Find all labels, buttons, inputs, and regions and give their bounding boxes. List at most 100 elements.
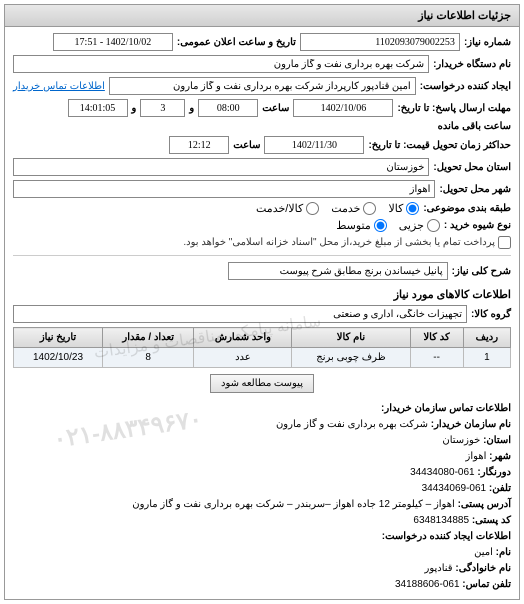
radio-both[interactable]: کالا/خدمت (256, 202, 319, 215)
creator-lastname-label: نام خانوادگی: (455, 563, 511, 574)
contact-address-label: آدرس پستی: (458, 499, 511, 510)
row-price-deadline: حداکثر زمان تحویل قیمت: تا تاریخ: ساعت (13, 136, 511, 154)
checkbox-treasury-input[interactable] (498, 236, 511, 249)
cell-name: ظرف چوبی برنج (292, 348, 410, 368)
contact-link[interactable]: اطلاعات تماس خریدار (13, 81, 105, 92)
contact-address: اهواز – کیلومتر 12 جاده اهواز –سربندر – … (132, 499, 455, 510)
th-name: نام کالا (292, 328, 410, 348)
row-province: استان محل تحویل: (13, 158, 511, 176)
days-remaining-input[interactable] (140, 99, 185, 117)
th-unit: واحد شمارش (194, 328, 292, 348)
radio-both-input[interactable] (306, 202, 319, 215)
radio-low[interactable]: جزیی (399, 219, 440, 232)
row-group: گروه کالا: (13, 305, 511, 323)
items-section-title: اطلاعات کالاهای مورد نیاز (13, 288, 511, 301)
contact-block: ۰۲۱-۸۸۳۴۹۶۷۰ اطلاعات تماس سازمان خریدار:… (13, 401, 511, 593)
deadline-date-input[interactable] (293, 99, 393, 117)
attachment-row: پیوست مطالعه شود (13, 374, 511, 393)
province-input[interactable] (13, 158, 429, 176)
creator-title: اطلاعات ایجاد کننده درخواست: (382, 531, 511, 542)
remaining-time-input[interactable] (68, 99, 128, 117)
announce-input[interactable] (53, 33, 173, 51)
details-panel: جزئیات اطلاعات نیاز شماره نیاز: تاریخ و … (4, 4, 520, 600)
deadline-label: مهلت ارسال پاسخ: تا تاریخ: (397, 103, 511, 114)
contact-fax: 061-34434080 (410, 467, 475, 478)
cell-unit: عدد (194, 348, 292, 368)
radio-mid[interactable]: متوسط (336, 219, 387, 232)
row-need-title: شرح کلی نیاز: (13, 262, 511, 280)
need-number-input[interactable] (300, 33, 460, 51)
creator-name: امین (474, 547, 493, 558)
th-qty: تعداد / مقدار (103, 328, 194, 348)
buyer-org-label: نام دستگاه خریدار: (433, 59, 511, 70)
radio-kala-label: کالا (388, 202, 403, 215)
divider (13, 255, 511, 256)
cell-code: -- (410, 348, 463, 368)
radio-service[interactable]: خدمت (331, 202, 376, 215)
cell-qty: 8 (103, 348, 194, 368)
subject-type-label: طبقه بندی موضوعی: (423, 203, 511, 214)
price-deadline-time-input[interactable] (169, 136, 229, 154)
purchase-radio-group: جزیی متوسط (336, 219, 440, 232)
subject-radio-group: کالا خدمت کالا/خدمت (256, 202, 419, 215)
radio-kala-input[interactable] (406, 202, 419, 215)
and-label-2: و (132, 103, 137, 114)
purchase-type-label: نوع شیوه خرید : (444, 220, 511, 231)
radio-both-label: کالا/خدمت (256, 202, 303, 215)
table-row[interactable]: 1 -- ظرف چوبی برنج عدد 8 1402/10/23 (14, 348, 511, 368)
panel-body: شماره نیاز: تاریخ و ساعت اعلان عمومی: نا… (5, 27, 519, 599)
attachment-button[interactable]: پیوست مطالعه شود (210, 374, 314, 393)
items-table: ردیف کد کالا نام کالا واحد شمارش تعداد /… (13, 327, 511, 368)
contact-title: اطلاعات تماس سازمان خریدار: (381, 403, 511, 414)
creator-phone: 061-34188606 (395, 579, 460, 590)
radio-service-label: خدمت (331, 202, 360, 215)
creator-name-label: نام: (496, 547, 511, 558)
row-buyer-org: نام دستگاه خریدار: (13, 55, 511, 73)
time-label-2: ساعت (233, 140, 260, 151)
radio-mid-label: متوسط (336, 219, 371, 232)
contact-province-label: استان: (483, 435, 511, 446)
table-wrapper: سامانه پیامکی مناقصات و مزایدات ردیف کد … (13, 327, 511, 368)
row-city: شهر محل تحویل: (13, 180, 511, 198)
row-requester: ایجاد کننده درخواست: اطلاعات تماس خریدار (13, 77, 511, 95)
radio-mid-input[interactable] (374, 219, 387, 232)
checkbox-treasury[interactable]: پرداخت تمام یا بخشی از مبلغ خرید،از محل … (183, 236, 511, 249)
row-need-number: شماره نیاز: تاریخ و ساعت اعلان عمومی: (13, 33, 511, 51)
contact-org-label: نام سازمان خریدار: (431, 419, 511, 430)
price-deadline-date-input[interactable] (264, 136, 364, 154)
row-deadline: مهلت ارسال پاسخ: تا تاریخ: ساعت و و ساعت… (13, 99, 511, 132)
contact-city: اهواز (466, 451, 487, 462)
contact-phone-label: تلفن: (489, 483, 511, 494)
purchase-note: پرداخت تمام یا بخشی از مبلغ خرید،از محل … (183, 237, 495, 248)
contact-postal-label: کد پستی: (472, 515, 511, 526)
cell-row: 1 (463, 348, 510, 368)
need-number-label: شماره نیاز: (464, 37, 511, 48)
creator-lastname: قنادپور (425, 563, 453, 574)
need-title-label: شرح کلی نیاز: (452, 266, 511, 277)
need-title-input[interactable] (228, 262, 448, 280)
radio-low-label: جزیی (399, 219, 424, 232)
row-subject-type: طبقه بندی موضوعی: کالا خدمت کالا/خدمت (13, 202, 511, 215)
radio-kala[interactable]: کالا (388, 202, 419, 215)
province-label: استان محل تحویل: (433, 162, 511, 173)
contact-city-label: شهر: (489, 451, 511, 462)
table-header-row: ردیف کد کالا نام کالا واحد شمارش تعداد /… (14, 328, 511, 348)
deadline-time-input[interactable] (198, 99, 258, 117)
contact-phone: 061-34434069 (422, 483, 487, 494)
time-label-1: ساعت (262, 103, 289, 114)
creator-phone-label: تلفن تماس: (462, 579, 511, 590)
contact-fax-label: دورنگار: (477, 467, 511, 478)
buyer-org-input[interactable] (13, 55, 429, 73)
contact-postal: 6348134885 (413, 515, 469, 526)
contact-org: شرکت بهره برداری نفت و گاز مارون (276, 419, 428, 430)
price-deadline-label: حداکثر زمان تحویل قیمت: تا تاریخ: (368, 140, 511, 151)
city-input[interactable] (13, 180, 435, 198)
requester-input[interactable] (109, 77, 416, 95)
radio-service-input[interactable] (363, 202, 376, 215)
th-row: ردیف (463, 328, 510, 348)
group-label: گروه کالا: (471, 309, 511, 320)
th-code: کد کالا (410, 328, 463, 348)
radio-low-input[interactable] (427, 219, 440, 232)
contact-province: خوزستان (442, 435, 480, 446)
group-input[interactable] (13, 305, 467, 323)
